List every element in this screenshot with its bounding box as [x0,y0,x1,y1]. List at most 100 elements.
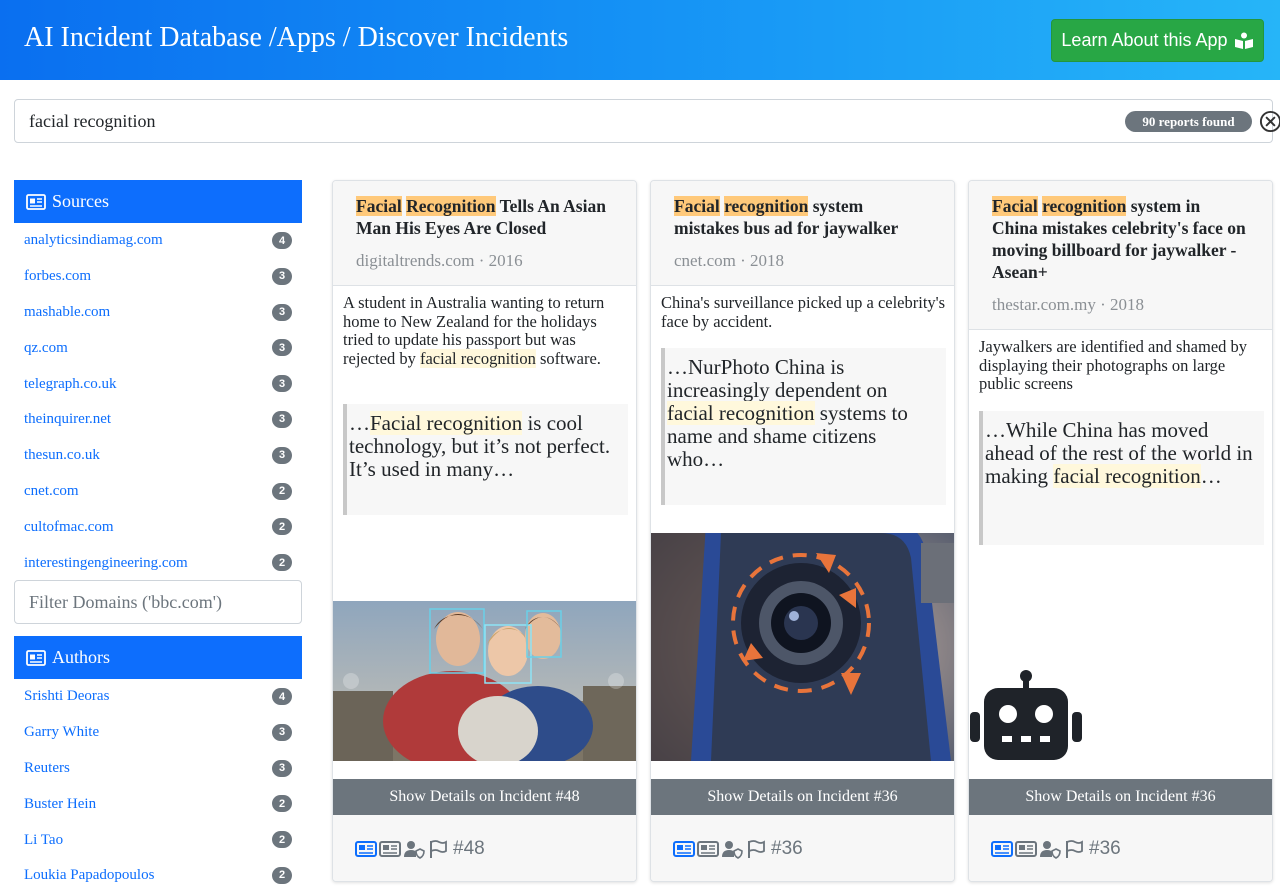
sources-facet-item[interactable]: qz.com 3 [14,330,302,366]
count-badge: 2 [272,518,292,536]
newspaper-icon[interactable] [355,839,377,859]
id-card-icon[interactable] [379,839,401,859]
card-excerpt: …While China has moved ahead of the rest… [979,411,1264,545]
sources-facet-item[interactable]: cultofmac.com 2 [14,509,302,545]
sources-facet-item[interactable]: mashable.com 3 [14,295,302,331]
card-image-faces [333,601,636,761]
sources-facet-link[interactable]: thesun.co.uk [24,447,100,464]
sources-facet-title: Sources [52,191,109,211]
card-header: Facial recognition system in China mista… [969,181,1272,330]
card-footer: #36 [651,815,954,881]
user-shield-icon[interactable] [1039,839,1061,859]
id-card-icon [26,649,46,666]
page-title: AI Incident Database /Apps / Discover In… [24,22,569,53]
card-title[interactable]: Facial recognition system mistakes bus a… [674,195,932,239]
card-source: digitaltrends.com · 2016 [356,251,523,270]
authors-facet-link[interactable]: Loukia Papadopoulos [24,867,154,884]
count-badge: 2 [272,795,292,813]
count-badge: 2 [272,554,292,572]
user-shield-icon[interactable] [721,839,743,859]
incident-number[interactable]: #36 [771,838,803,860]
show-details-button[interactable]: Show Details on Incident #36 [969,779,1272,815]
count-badge: 3 [272,375,292,393]
newspaper-icon[interactable] [673,839,695,859]
circle-x-icon[interactable] [1259,110,1280,133]
count-badge: 3 [272,759,292,777]
search-input[interactable] [15,100,1115,142]
sources-facet-link[interactable]: cultofmac.com [24,519,114,536]
card-header: Facial Recognition Tells An Asian Man Hi… [333,181,636,286]
card-footer: #36 [969,815,1272,881]
count-badge: 2 [272,866,292,884]
count-badge: 3 [272,267,292,285]
sources-facet-link[interactable]: interestingengineering.com [24,555,188,572]
count-badge: 2 [272,482,292,500]
card-description: China's surveillance picked up a celebri… [661,293,946,331]
sources-facet-item[interactable]: interestingengineering.com 2 [14,545,302,581]
authors-facet-item[interactable]: Garry White 3 [14,715,302,751]
robot-icon[interactable] [968,668,1084,760]
filter-domains-input[interactable] [14,580,302,624]
card-excerpt: …NurPhoto China is increasingly dependen… [661,348,946,505]
authors-facet-link[interactable]: Li Tao [24,832,63,849]
authors-facet-item[interactable]: Loukia Papadopoulos 2 [14,858,302,889]
incident-card: Facial recognition system in China mista… [968,180,1273,882]
book-reader-icon [1234,32,1253,49]
card-title[interactable]: Facial recognition system in China mista… [992,195,1250,283]
sources-facet-header: Sources [14,180,302,223]
authors-facet-link[interactable]: Srishti Deoras [24,688,109,705]
sources-facet-item[interactable]: cnet.com 2 [14,474,302,510]
search-bar: 90 reports found [14,99,1280,143]
card-footer: #48 [333,815,636,881]
authors-facet-item[interactable]: Reuters 3 [14,751,302,787]
count-badge: 3 [272,339,292,357]
authors-facet-link[interactable]: Garry White [24,724,99,741]
show-details-button[interactable]: Show Details on Incident #36 [651,779,954,815]
authors-facet-link[interactable]: Buster Hein [24,796,96,813]
count-badge: 3 [272,723,292,741]
sources-facet-item[interactable]: thesun.co.uk 3 [14,438,302,474]
show-details-button[interactable]: Show Details on Incident #48 [333,779,636,815]
count-badge: 4 [272,232,292,249]
authors-facet-link[interactable]: Reuters [24,760,70,777]
card-title[interactable]: Facial Recognition Tells An Asian Man Hi… [356,195,614,239]
flag-icon[interactable] [745,839,767,859]
sources-facet-link[interactable]: forbes.com [24,268,91,285]
newspaper-icon[interactable] [991,839,1013,859]
count-badge: 3 [272,303,292,321]
card-source: thestar.com.my · 2018 [992,295,1145,314]
learn-about-app-button[interactable]: Learn About this App [1051,19,1264,62]
sources-facet-item[interactable]: theinquirer.net 3 [14,402,302,438]
id-card-icon[interactable] [1015,839,1037,859]
sources-facet-item[interactable]: telegraph.co.uk 3 [14,366,302,402]
flag-icon[interactable] [427,839,449,859]
sources-facet-link[interactable]: cnet.com [24,483,79,500]
sources-facet-link[interactable]: telegraph.co.uk [24,376,116,393]
sources-facet-link[interactable]: qz.com [24,340,68,357]
authors-facet-item[interactable]: Srishti Deoras 4 [14,679,302,715]
incident-number[interactable]: #36 [1089,838,1121,860]
learn-button-label: Learn About this App [1061,30,1228,50]
authors-facet-item[interactable]: Li Tao 2 [14,822,302,858]
card-description: Jaywalkers are identified and shamed by … [979,337,1248,393]
user-shield-icon[interactable] [403,839,425,859]
flag-icon[interactable] [1063,839,1085,859]
count-badge: 3 [272,446,292,464]
card-excerpt: …Facial recognition is cool technology, … [343,404,628,515]
sources-facet-link[interactable]: analyticsindiamag.com [24,232,163,249]
sources-facet-link[interactable]: theinquirer.net [24,411,111,428]
authors-list: Srishti Deoras 4 Garry White 3 Reuters 3 Buste… [14,679,302,889]
count-badge: 2 [272,831,292,849]
incident-number[interactable]: #48 [453,838,485,860]
incident-card: Facial Recognition Tells An Asian Man Hi… [332,180,637,882]
sources-facet-item[interactable]: analyticsindiamag.com 4 [14,223,302,259]
card-image-camera [651,533,954,761]
count-badge: 3 [272,410,292,428]
sources-facet-item[interactable]: forbes.com 3 [14,259,302,295]
authors-facet-header: Authors [14,636,302,679]
authors-facet-item[interactable]: Buster Hein 2 [14,786,302,822]
count-badge: 4 [272,688,292,705]
sources-facet-link[interactable]: mashable.com [24,304,110,321]
id-card-icon[interactable] [697,839,719,859]
id-card-icon [26,193,46,210]
